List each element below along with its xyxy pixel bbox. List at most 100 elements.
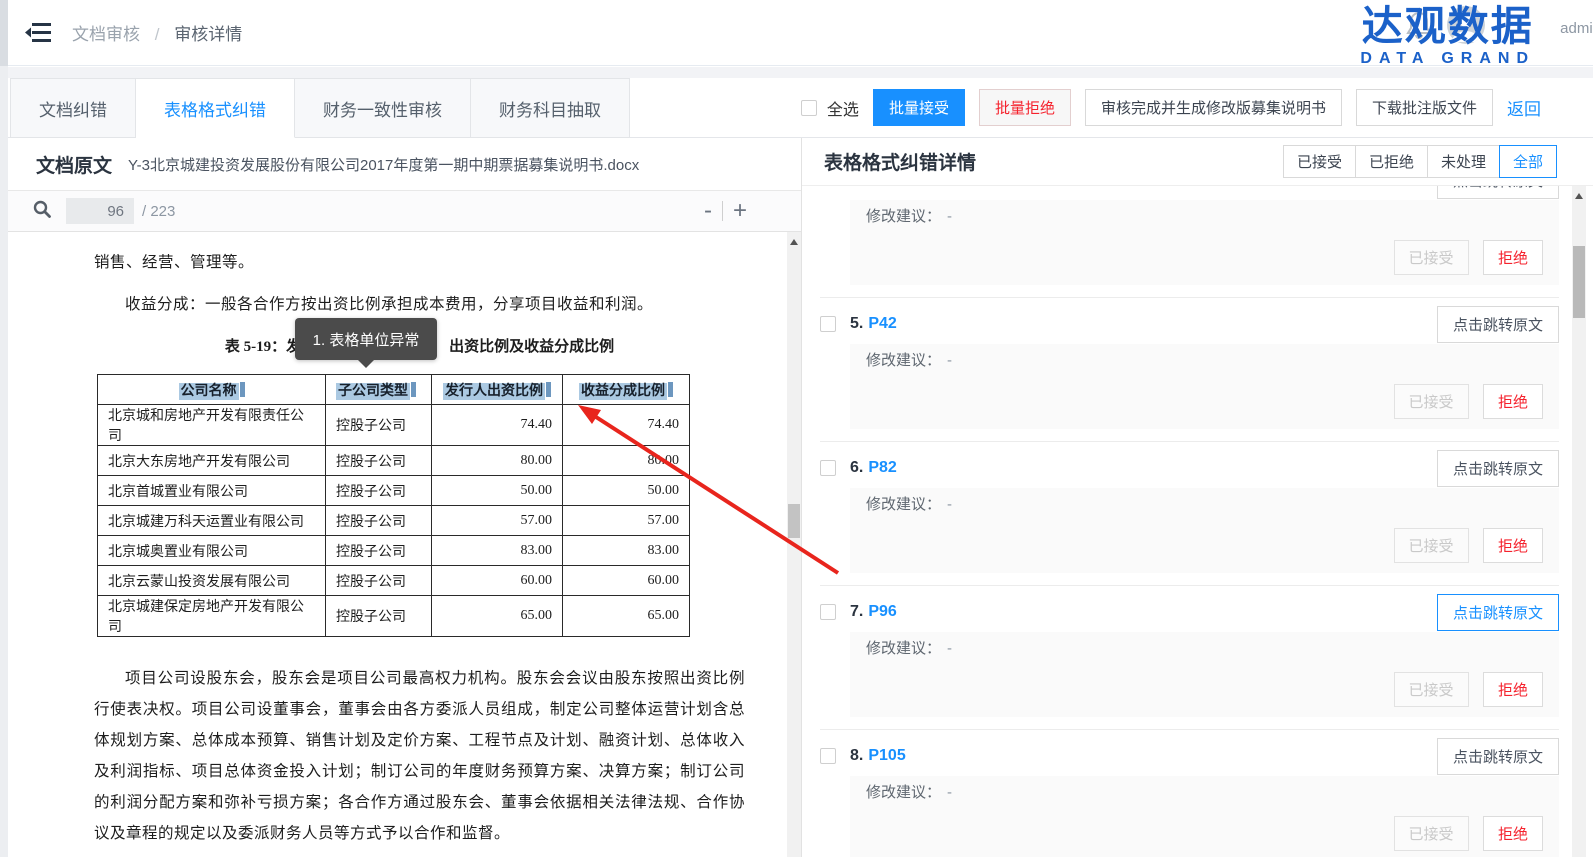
- accept-button[interactable]: 已接受: [1394, 528, 1469, 563]
- item-title: 5.P42: [850, 315, 897, 333]
- scrollbar-thumb[interactable]: [1573, 246, 1585, 318]
- doc-table-header-row: 公司名称 子公司类型 发行人出资比例 收益分成比例: [98, 375, 690, 405]
- doc-paragraph-3: 项目公司设股东会，股东会是项目公司最高权力机构。股东会会议由股东按照出资比例行使…: [94, 663, 745, 849]
- list-item-p96: 7.P96 点击跳转原文 修改建议：- 已接受 拒绝: [820, 586, 1559, 730]
- batch-accept-button[interactable]: 批量接受: [873, 89, 965, 126]
- reject-button[interactable]: 拒绝: [1483, 672, 1543, 707]
- tab-financial-subject-extraction[interactable]: 财务科目抽取: [471, 78, 630, 138]
- back-link[interactable]: 返回: [1507, 95, 1541, 120]
- filter-all[interactable]: 全部: [1499, 145, 1557, 178]
- doc-table-body: 北京城和房地产开发有限责任公司控股子公司74.4074.40北京大东房地产开发有…: [98, 405, 690, 637]
- table-row: 北京城建万科天运置业有限公司控股子公司57.0057.00: [98, 506, 690, 536]
- table-row: 北京云蒙山投资发展有限公司控股子公司60.0060.00: [98, 566, 690, 596]
- reject-button[interactable]: 拒绝: [1483, 384, 1543, 419]
- scroll-up-arrow[interactable]: [1575, 193, 1583, 199]
- list-item-p42: 5.P42 点击跳转原文 修改建议：- 已接受 拒绝: [820, 298, 1559, 442]
- document-review-page: 文档审核 / 审核详情 admin 达观数据 DATA GRAND: [0, 0, 1593, 857]
- list-item-partial-top: 点击跳转原文 修改建议：- 已接受 拒绝: [820, 186, 1559, 298]
- item-checkbox[interactable]: [820, 748, 836, 764]
- logo-text-en: DATA GRAND: [1360, 51, 1535, 67]
- zoom-out-button[interactable]: -: [694, 201, 722, 221]
- document-page-view: 销售、经营、管理等。 收益分成：一般各合作方按出资比例承担成本费用，分享项目收益…: [8, 232, 801, 857]
- tab-financial-consistency[interactable]: 财务一致性审核: [295, 78, 471, 138]
- highlight-cursor-bar: [546, 382, 551, 397]
- page-number-input[interactable]: [66, 198, 134, 224]
- breadcrumb-root[interactable]: 文档审核: [72, 25, 140, 44]
- document-panel-header: 文档原文 Y-3北京城建投资发展股份有限公司2017年度第一期中期票据募集说明书…: [8, 138, 801, 190]
- filter-unprocessed[interactable]: 未处理: [1427, 145, 1500, 178]
- datagrand-logo: 达观数据 DATA GRAND: [1360, 6, 1535, 67]
- item-checkbox[interactable]: [820, 604, 836, 620]
- document-panel: 文档原文 Y-3北京城建投资发展股份有限公司2017年度第一期中期票据募集说明书…: [8, 138, 802, 857]
- error-tooltip: 1. 表格单位异常: [295, 318, 437, 360]
- highlight-cursor-bar: [668, 382, 673, 397]
- document-filename: Y-3北京城建投资发展股份有限公司2017年度第一期中期票据募集说明书.docx: [128, 154, 639, 175]
- topbar-right: admin 达观数据 DATA GRAND: [1323, 0, 1593, 66]
- jump-to-source-button-active[interactable]: 点击跳转原文: [1437, 594, 1559, 631]
- bulk-action-bar: 全选 批量接受 批量拒绝 审核完成并生成修改版募集说明书 下载批注版文件 返回: [801, 89, 1541, 126]
- item-title: 6.P82: [850, 459, 897, 477]
- document-toolbar: / 223 - +: [8, 190, 801, 232]
- status-filter-group: 已接受 已拒绝 未处理 全部: [1284, 145, 1557, 178]
- logo-text-cn: 达观数据: [1360, 6, 1535, 47]
- breadcrumb-current: 审核详情: [174, 25, 242, 44]
- correction-item-list: 点击跳转原文 修改建议：- 已接受 拒绝 5.P42 点击跳转原文: [802, 186, 1563, 857]
- left-edge-strip: [0, 0, 8, 857]
- scroll-up-arrow[interactable]: [790, 239, 798, 245]
- item-title: 7.P96: [850, 603, 897, 621]
- reject-button[interactable]: 拒绝: [1483, 528, 1543, 563]
- accept-button[interactable]: 已接受: [1394, 384, 1469, 419]
- jump-to-source-button[interactable]: 点击跳转原文: [1437, 450, 1559, 487]
- breadcrumb-separator: /: [155, 25, 160, 44]
- accept-button[interactable]: 已接受: [1394, 672, 1469, 707]
- download-annotated-button[interactable]: 下载批注版文件: [1356, 89, 1493, 126]
- review-panel-title: 表格格式纠错详情: [824, 148, 976, 175]
- reject-button[interactable]: 拒绝: [1483, 240, 1543, 275]
- item-checkbox[interactable]: [820, 316, 836, 332]
- table-row: 北京首城置业有限公司控股子公司50.0050.00: [98, 476, 690, 506]
- list-item-p105: 8.P105 点击跳转原文 修改建议：- 已接受 拒绝: [820, 730, 1559, 857]
- tab-strip: 文档纠错 表格格式纠错 财务一致性审核 财务科目抽取: [10, 78, 630, 138]
- filter-rejected[interactable]: 已拒绝: [1355, 145, 1428, 178]
- review-panel: 表格格式纠错详情 已接受 已拒绝 未处理 全部 点击跳转原文 修改建议：- 已接…: [802, 138, 1593, 857]
- batch-reject-button[interactable]: 批量拒绝: [979, 89, 1071, 126]
- tab-table-format-correction[interactable]: 表格格式纠错: [136, 78, 295, 138]
- doc-table: 公司名称 子公司类型 发行人出资比例 收益分成比例 北京城和房地产开发有限责任公…: [97, 374, 690, 637]
- doc-paragraph-2: 收益分成：一般各合作方按出资比例承担成本费用，分享项目收益和利润。: [94, 290, 745, 320]
- tab-document-correction[interactable]: 文档纠错: [10, 78, 136, 138]
- page-total-label: / 223: [142, 203, 175, 220]
- select-all-label: 全选: [827, 96, 859, 120]
- collapse-menu-icon[interactable]: [24, 20, 54, 46]
- document-panel-title: 文档原文: [36, 151, 112, 178]
- accept-button[interactable]: 已接受: [1394, 816, 1469, 851]
- item-checkbox[interactable]: [820, 460, 836, 476]
- zoom-in-button[interactable]: +: [723, 201, 757, 221]
- jump-to-source-button[interactable]: 点击跳转原文: [1437, 186, 1559, 199]
- list-item-p82: 6.P82 点击跳转原文 修改建议：- 已接受 拒绝: [820, 442, 1559, 586]
- reject-button[interactable]: 拒绝: [1483, 816, 1543, 851]
- doc-paragraph-1: 销售、经营、管理等。: [94, 248, 745, 278]
- review-scrollbar[interactable]: [1572, 186, 1586, 857]
- highlight-cursor-bar: [411, 382, 416, 397]
- jump-to-source-button[interactable]: 点击跳转原文: [1437, 738, 1559, 775]
- highlight-cursor-bar: [240, 382, 245, 397]
- table-row: 北京大东房地产开发有限公司控股子公司80.0080.00: [98, 446, 690, 476]
- tabbar-top-band: [8, 67, 1593, 78]
- item-title: 8.P105: [850, 747, 906, 765]
- accept-button[interactable]: 已接受: [1394, 240, 1469, 275]
- finish-generate-button[interactable]: 审核完成并生成修改版募集说明书: [1085, 89, 1342, 126]
- select-all-checkbox[interactable]: [801, 100, 817, 116]
- breadcrumb: 文档审核 / 审核详情: [72, 20, 242, 45]
- search-icon[interactable]: [32, 199, 52, 224]
- table-row: 北京城建保定房地产开发有限公司控股子公司65.0065.00: [98, 596, 690, 637]
- jump-to-source-button[interactable]: 点击跳转原文: [1437, 306, 1559, 343]
- filter-accepted[interactable]: 已接受: [1283, 145, 1356, 178]
- top-bar: 文档审核 / 审核详情 admin 达观数据 DATA GRAND: [8, 0, 1593, 66]
- table-row: 北京城和房地产开发有限责任公司控股子公司74.4074.40: [98, 405, 690, 446]
- username-label[interactable]: admin: [1560, 20, 1593, 37]
- table-row: 北京城奥置业有限公司控股子公司83.0083.00: [98, 536, 690, 566]
- review-panel-header: 表格格式纠错详情 已接受 已拒绝 未处理 全部: [802, 138, 1593, 186]
- main-content: 文档原文 Y-3北京城建投资发展股份有限公司2017年度第一期中期票据募集说明书…: [8, 138, 1593, 857]
- document-scrollbar[interactable]: [787, 232, 801, 857]
- scrollbar-thumb[interactable]: [788, 504, 800, 538]
